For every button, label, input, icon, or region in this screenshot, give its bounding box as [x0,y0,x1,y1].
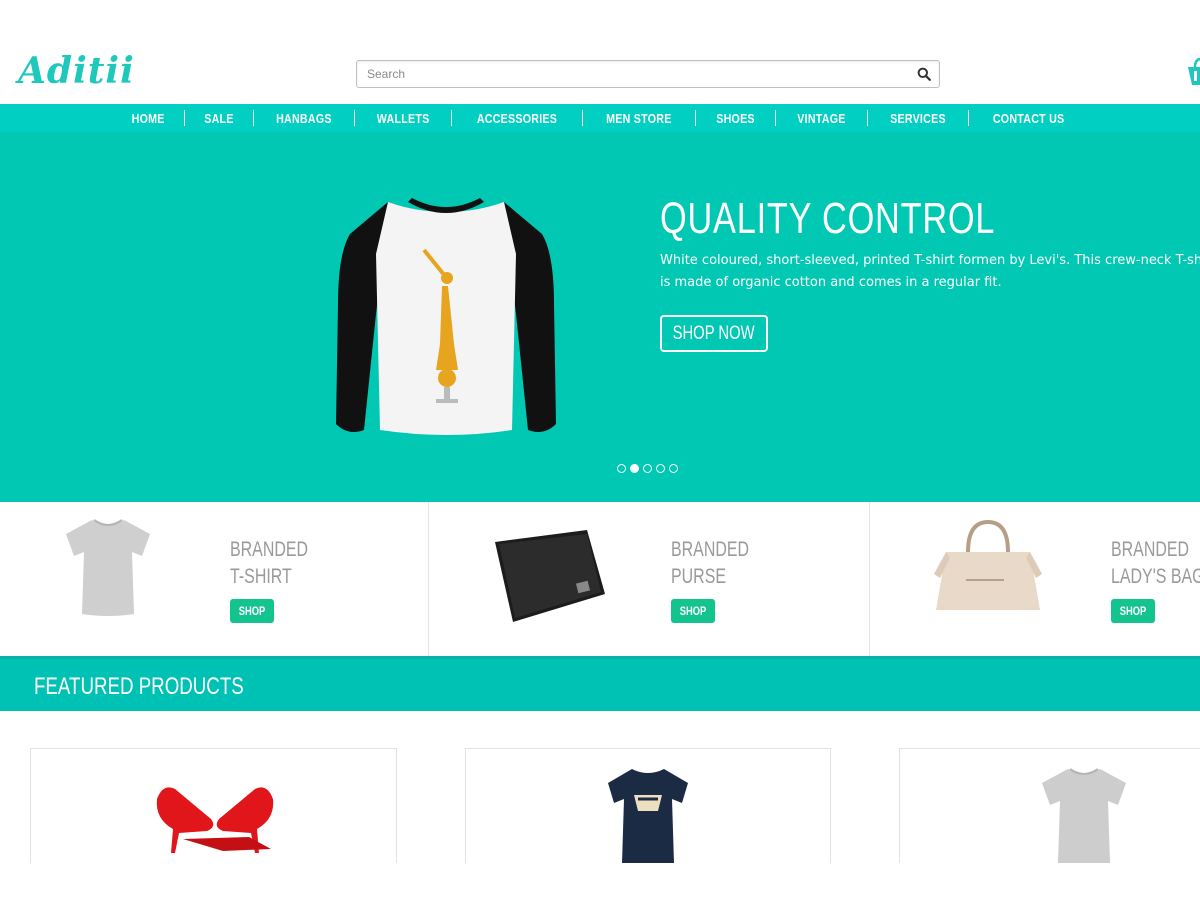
shop-button[interactable]: SHOP [1111,599,1155,623]
category-title-line2: LADY'S BAG [1111,565,1200,588]
handbag-image [934,519,1042,610]
category-title-line2: PURSE [671,565,726,588]
nav-item-home: HOME [128,104,168,132]
nav-link-shoes[interactable]: SHOES [716,111,755,126]
search-input[interactable] [357,61,907,87]
slider-dot-2[interactable] [630,464,639,473]
nav-link-vintage[interactable]: VINTAGE [797,111,845,126]
nav-link-services[interactable]: SERVICES [890,111,946,126]
header: Aditii [0,0,1200,104]
hero-title: QUALITY CONTROL [660,194,996,243]
nav-link-men-store[interactable]: MEN STORE [606,111,671,126]
search-icon[interactable] [917,67,931,81]
nav-link-accessories[interactable]: ACCESSORIES [477,111,557,126]
featured-header: FEATURED PRODUCTS [0,656,1200,711]
category-tshirt: BRANDED T-SHIRT SHOP [0,502,429,656]
main-nav: HOME SALE HANBAGS WALLETS ACCESSORIES ME… [0,104,1200,132]
search-box [356,60,940,88]
product-card-grey-tee[interactable] [899,748,1200,864]
shop-now-label: SHOP NOW [672,322,756,344]
cart-icon[interactable] [1186,58,1200,88]
nav-item-sale: SALE [168,104,237,132]
slider-dot-3[interactable] [643,464,652,473]
product-card-levis-tee[interactable] [465,748,831,864]
nav-link-contact-us[interactable]: CONTACT US [993,111,1065,126]
product-card-heels[interactable] [30,748,397,864]
nav-list: HOME SALE HANBAGS WALLETS ACCESSORIES ME… [0,104,1200,132]
red-heels-image [156,787,274,853]
nav-item-accessories: ACCESSORIES [435,104,566,132]
nav-link-sale[interactable]: SALE [204,111,233,126]
category-title: BRANDED PURSE [671,536,749,590]
category-title: BRANDED T-SHIRT [230,536,308,590]
slider-dot-4[interactable] [656,464,665,473]
slider-dot-1[interactable] [617,464,626,473]
nav-item-hanbags: HANBAGS [237,104,338,132]
tshirt-image [66,519,150,616]
shop-button-label: SHOP [238,604,266,618]
logo[interactable]: Aditii [18,50,135,92]
category-ladys-bag: BRANDED LADY'S BAG SHOP [870,502,1200,656]
long-sleeve-shirt-image [336,198,556,435]
nav-item-shoes: SHOES [679,104,759,132]
category-title-line1: BRANDED [1111,538,1190,561]
featured-title: FEATURED PRODUCTS [34,673,244,700]
shop-now-button[interactable]: SHOP NOW [660,315,768,352]
nav-link-home[interactable]: HOME [132,111,165,126]
page-bottom [0,863,1200,900]
hero-slider: QUALITY CONTROL White coloured, short-sl… [0,132,1200,502]
nav-item-services: SERVICES [851,104,952,132]
category-title-line2: T-SHIRT [230,565,292,588]
category-title-line1: BRANDED [671,538,750,561]
slider-dot-5[interactable] [669,464,678,473]
wallet-image [495,530,605,622]
grey-tshirt-image [1042,768,1126,863]
nav-item-vintage: VINTAGE [759,104,851,132]
page: Aditii HOME SALE HANBAGS WALLETS ACCESSO… [0,0,1200,900]
category-purse: BRANDED PURSE SHOP [429,502,870,656]
category-title-line1: BRANDED [230,538,309,561]
nav-link-hanbags[interactable]: HANBAGS [276,111,332,126]
shop-button-label: SHOP [679,604,707,618]
category-promos: BRANDED T-SHIRT SHOP BRANDED PURSE SHOP [0,502,1200,656]
nav-item-wallets: WALLETS [338,104,435,132]
levis-tshirt-image [608,769,688,863]
shop-button[interactable]: SHOP [671,599,715,623]
shop-button[interactable]: SHOP [230,599,274,623]
nav-item-men-store: MEN STORE [566,104,679,132]
slider-dots [617,464,678,473]
nav-item-contact-us: CONTACT US [952,104,1072,132]
nav-link-wallets[interactable]: WALLETS [377,111,430,126]
category-title: BRANDED LADY'S BAG [1111,536,1200,590]
shop-button-label: SHOP [1119,604,1147,618]
hero-description: White coloured, short-sleeved, printed T… [660,253,1200,290]
